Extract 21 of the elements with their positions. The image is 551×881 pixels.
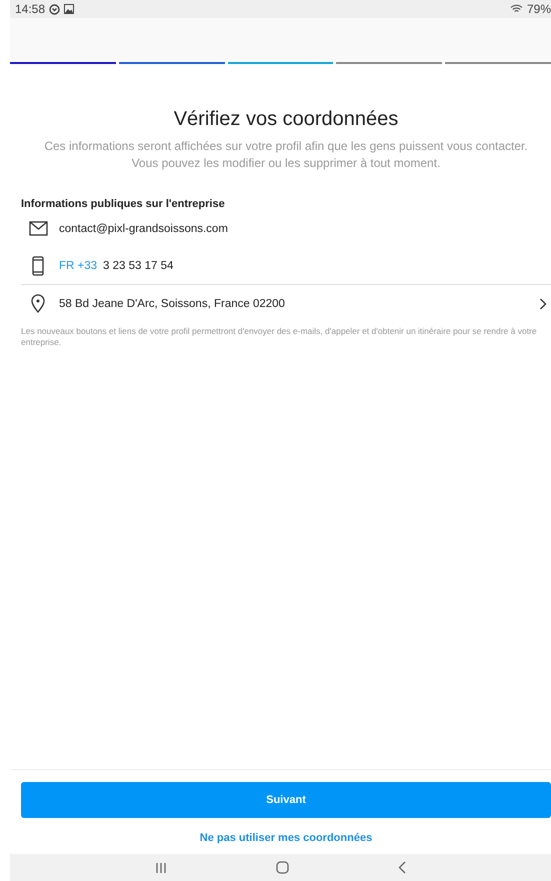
envelope-icon	[28, 221, 48, 236]
page-title: Vérifiez vos coordonnées	[172, 108, 400, 131]
phone-number: 3 23 53 17 54	[103, 260, 174, 272]
section-heading: Informations publiques sur l'entreprise	[21, 198, 226, 210]
info-note: Les nouveaux boutons et liens de votre profil permettront d'envoyer des e-mails, d'appeler et d'obtenir un itinéraire pour se rendre à votre entreprise.	[21, 326, 538, 348]
status-time: 14:58	[15, 2, 46, 16]
subtitle: Ces informations seront affichées sur votre profil afin que les gens puissent vous contacter. Vous pouvez les modifier ou les supprimer à tout moment.	[43, 138, 529, 172]
email-text: contact@pixl-grandsoissons.com	[59, 222, 229, 234]
next-button[interactable]: Suivant	[21, 782, 551, 818]
battery-percentage: 79%	[526, 2, 551, 16]
home-icon[interactable]	[276, 861, 289, 874]
back-icon[interactable]	[398, 861, 406, 874]
recent-apps-icon[interactable]	[154, 862, 167, 874]
skip-link[interactable]: Ne pas utiliser mes coordonnées	[200, 832, 372, 844]
wifi-icon	[510, 4, 523, 14]
address-text: 58 Bd Jeane D'Arc, Soissons, France 02200	[59, 298, 286, 310]
country-code[interactable]: FR +33	[59, 260, 98, 272]
image-icon	[64, 4, 74, 14]
phone-icon	[32, 256, 44, 276]
chevron-right-icon[interactable]	[539, 298, 547, 310]
location-pin-icon	[31, 294, 45, 313]
